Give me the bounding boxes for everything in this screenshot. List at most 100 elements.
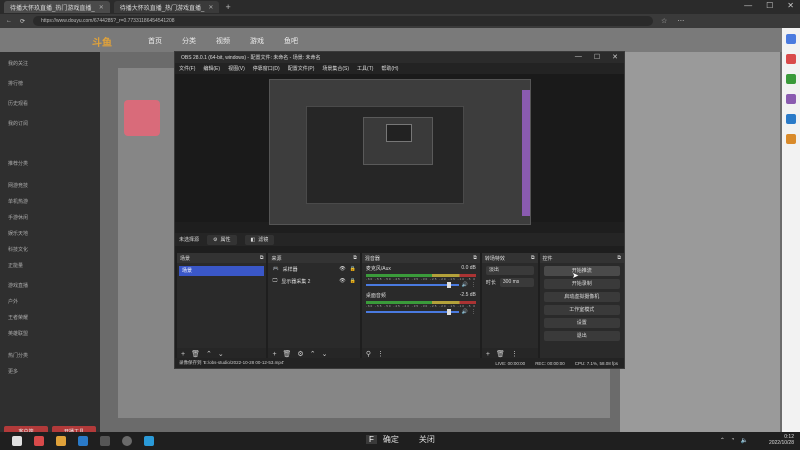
volume-slider[interactable]: [365, 282, 459, 288]
undock-icon[interactable]: ⧉: [531, 255, 535, 261]
maximize-icon[interactable]: ☐: [594, 53, 600, 61]
move-down-icon[interactable]: ⌄: [218, 350, 224, 358]
move-up-icon[interactable]: ⌃: [206, 350, 212, 358]
transition-select[interactable]: 淡出: [485, 266, 534, 275]
start-virtual-camera-button[interactable]: 启动虚拟摄像机: [543, 292, 620, 302]
speaker-icon[interactable]: 🔊: [462, 282, 468, 288]
nav-item[interactable]: 分类: [182, 36, 196, 46]
delete-icon[interactable]: 🗑: [496, 350, 505, 358]
sidebar-item[interactable]: 热门分类: [8, 352, 28, 359]
scene-item[interactable]: 场景: [179, 266, 265, 276]
menu-help[interactable]: 帮助(H): [381, 65, 398, 72]
menu-scene-collection[interactable]: 场景集合(S): [322, 65, 349, 72]
add-icon[interactable]: +: [181, 351, 185, 358]
sidebar-item[interactable]: 网游竞技: [8, 182, 28, 189]
back-icon[interactable]: ←: [6, 18, 12, 24]
menu-profile[interactable]: 配置文件(P): [288, 65, 315, 72]
close-action[interactable]: 关闭: [419, 434, 435, 445]
sidebar-item[interactable]: 我的订阅: [8, 120, 28, 127]
app-icon[interactable]: [786, 74, 796, 84]
steam-icon[interactable]: [78, 436, 88, 446]
new-tab-icon[interactable]: +: [225, 2, 230, 12]
start-recording-button[interactable]: 开始录制: [543, 279, 620, 289]
visibility-icon[interactable]: 👁: [339, 266, 345, 272]
close-icon[interactable]: ✕: [612, 53, 618, 61]
nav-item[interactable]: 游戏: [250, 36, 264, 46]
lock-icon[interactable]: 🔒: [350, 266, 356, 272]
source-item[interactable]: 🎮 采样器 👁 🔒: [268, 263, 359, 275]
windows-start-icon[interactable]: [12, 436, 22, 446]
sidebar-item[interactable]: 排行榜: [8, 80, 23, 87]
browser-tab-2[interactable]: 待播大怀玖直播_热门游戏直播_ ✕: [113, 1, 220, 13]
site-logo[interactable]: 斗鱼: [92, 34, 112, 49]
url-input[interactable]: https://www.douyu.com/6744285?_r=0.77331…: [33, 16, 654, 26]
sidebar-item[interactable]: 游戏直播: [8, 282, 28, 289]
filters-button[interactable]: ◧ 滤镜: [244, 234, 275, 245]
streamer-avatar[interactable]: [124, 100, 160, 136]
slider-knob[interactable]: [446, 309, 451, 315]
more-icon[interactable]: ⋮: [471, 309, 476, 315]
close-icon[interactable]: ✕: [787, 1, 794, 10]
close-tab-icon[interactable]: ✕: [99, 4, 104, 11]
app-icon[interactable]: [786, 114, 796, 124]
edge-icon[interactable]: [144, 436, 154, 446]
folder-icon[interactable]: [56, 436, 66, 446]
confirm-action[interactable]: F 确定: [366, 434, 399, 445]
volume-icon[interactable]: 🔈: [741, 437, 748, 444]
menu-tools[interactable]: 工具(T): [357, 65, 373, 72]
start-streaming-button[interactable]: 开始推流: [543, 266, 620, 276]
visibility-icon[interactable]: 👁: [339, 278, 345, 284]
sidebar-item[interactable]: 单机热游: [8, 198, 28, 205]
app-icon[interactable]: [34, 436, 44, 446]
exit-button[interactable]: 退出: [543, 331, 620, 341]
browser-tab-1[interactable]: 待播大怀玖直播_热门游戏直播_ ✕: [4, 1, 110, 13]
undock-icon[interactable]: ⧉: [473, 255, 477, 261]
sidebar-item[interactable]: 正能量: [8, 262, 23, 269]
obs-preview[interactable]: [175, 74, 624, 225]
undock-icon[interactable]: ⧉: [260, 255, 264, 261]
menu-view[interactable]: 视图(V): [228, 65, 245, 72]
settings-button[interactable]: 设置: [543, 318, 620, 328]
source-item[interactable]: 🖵 显示器采集 2 👁 🔒: [268, 275, 359, 287]
sidebar-item[interactable]: 手游休闲: [8, 214, 28, 221]
sidebar-item[interactable]: 王者荣耀: [8, 314, 28, 321]
chevron-up-icon[interactable]: ⌃: [720, 437, 725, 444]
app-icon[interactable]: [786, 54, 796, 64]
advanced-audio-icon[interactable]: ⚲: [366, 350, 371, 358]
more-icon[interactable]: ⋮: [511, 350, 518, 358]
minimize-icon[interactable]: —: [575, 53, 582, 61]
gear-icon[interactable]: ⚙: [297, 350, 303, 358]
network-icon[interactable]: ◔: [731, 437, 735, 444]
properties-button[interactable]: ⚙ 属性: [207, 234, 237, 245]
app-icon[interactable]: [786, 134, 796, 144]
undock-icon[interactable]: ⧉: [353, 255, 357, 261]
sidebar-item[interactable]: 娱乐天地: [8, 230, 28, 237]
star-icon[interactable]: ☆: [661, 17, 667, 25]
nav-item[interactable]: 视频: [216, 36, 230, 46]
menu-edit[interactable]: 编辑(E): [203, 65, 220, 72]
more-icon[interactable]: ⋮: [377, 350, 384, 358]
slider-knob[interactable]: [446, 282, 451, 288]
more-icon[interactable]: ⋮: [471, 282, 476, 288]
add-icon[interactable]: +: [272, 351, 276, 358]
speaker-icon[interactable]: 🔊: [462, 309, 468, 315]
duration-input[interactable]: 300 ms: [499, 278, 534, 287]
sidebar-item[interactable]: 户外: [8, 298, 18, 305]
move-down-icon[interactable]: ⌄: [322, 350, 328, 358]
app-icon[interactable]: [786, 94, 796, 104]
delete-icon[interactable]: 🗑: [283, 350, 292, 358]
maximize-icon[interactable]: ☐: [766, 1, 773, 10]
obs-icon[interactable]: [122, 436, 132, 446]
volume-slider[interactable]: [365, 309, 459, 315]
nav-item[interactable]: 首页: [148, 36, 162, 46]
sidebar-item[interactable]: 推荐分类: [8, 160, 28, 167]
nav-item[interactable]: 鱼吧: [284, 36, 298, 46]
search-icon[interactable]: [786, 34, 796, 44]
minimize-icon[interactable]: —: [744, 1, 752, 10]
sidebar-item[interactable]: 我的关注: [8, 60, 28, 67]
delete-icon[interactable]: 🗑: [191, 350, 200, 358]
sidebar-item[interactable]: 更多: [8, 368, 18, 375]
extensions-icon[interactable]: ⋯: [677, 17, 684, 25]
sidebar-item[interactable]: 英雄联盟: [8, 330, 28, 337]
sidebar-item[interactable]: 科技文化: [8, 246, 28, 253]
